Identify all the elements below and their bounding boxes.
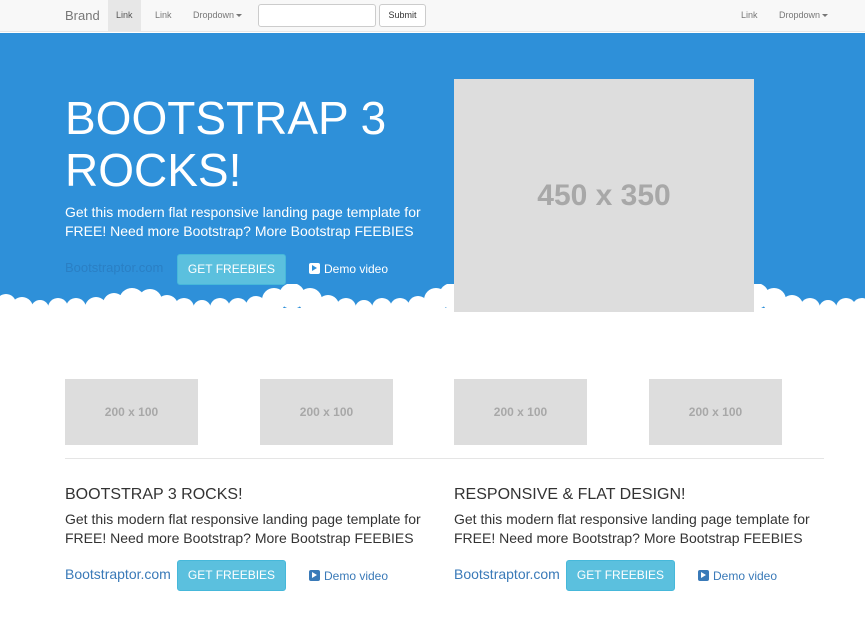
nav-link-2[interactable]: Link [147, 0, 180, 31]
thumbnail-2: 200 x 100 [260, 379, 393, 445]
thumbnail-label: 200 x 100 [493, 405, 548, 419]
nav-link-label: Link [116, 10, 133, 20]
hero-title: BOOTSTRAP 3 ROCKS! [65, 92, 445, 196]
thumbnail-4: 200 x 100 [649, 379, 782, 445]
column-1-get-freebies-button[interactable]: GET FREEBIES [177, 560, 286, 591]
column-2-text: Get this modern flat responsive landing … [454, 511, 810, 546]
column-2-title: RESPONSIVE & FLAT DESIGN! [454, 486, 686, 503]
nav-link-label: Link [155, 10, 172, 20]
thumbnail-label: 200 x 100 [299, 405, 354, 419]
demo-video-label: Demo video [324, 569, 389, 583]
nav-dropdown-label: Dropdown [779, 10, 821, 20]
nav-link-right[interactable]: Link [733, 0, 766, 31]
navbar: Brand Link Link Dropdown Submit Link Dro… [0, 0, 865, 32]
submit-button[interactable]: Submit [379, 4, 426, 27]
hero-image-label: 450 x 350 [537, 178, 671, 212]
navbar-brand[interactable]: Brand [65, 8, 100, 23]
hero-title-line-1: BOOTSTRAP 3 [65, 92, 387, 144]
play-icon [309, 263, 320, 274]
hero-image-placeholder: 450 x 350 [454, 79, 754, 312]
caret-down-icon [236, 14, 243, 18]
play-icon [698, 570, 709, 581]
column-2-demo-video-link[interactable]: Demo video [698, 569, 777, 583]
nav-dropdown-left[interactable]: Dropdown [185, 0, 250, 31]
hero-subtitle: Get this modern flat responsive landing … [65, 204, 421, 239]
column-2-get-freebies-button[interactable]: GET FREEBIES [566, 560, 675, 591]
thumbnail-3: 200 x 100 [454, 379, 587, 445]
thumbnail-1: 200 x 100 [65, 379, 198, 445]
nav-link-label: Link [741, 10, 758, 20]
thumbnail-label: 200 x 100 [688, 405, 743, 419]
section-divider [65, 458, 824, 459]
demo-video-label: Demo video [713, 569, 778, 583]
hero-get-freebies-button[interactable]: GET FREEBIES [177, 254, 286, 285]
search-input[interactable] [258, 4, 376, 27]
caret-down-icon [822, 14, 829, 18]
nav-dropdown-label: Dropdown [193, 10, 235, 20]
column-1-title: BOOTSTRAP 3 ROCKS! [65, 486, 243, 503]
column-1-text: Get this modern flat responsive landing … [65, 511, 421, 546]
nav-dropdown-right[interactable]: Dropdown [771, 0, 836, 31]
column-1-bootstraptor-link[interactable]: Bootstraptor.com [65, 566, 171, 582]
play-icon [309, 570, 320, 581]
nav-link-1[interactable]: Link [108, 0, 141, 31]
demo-video-label: Demo video [324, 262, 389, 276]
hero-bootstraptor-link[interactable]: Bootstraptor.com [65, 260, 163, 275]
thumbnail-label: 200 x 100 [104, 405, 159, 419]
column-2-bootstraptor-link[interactable]: Bootstraptor.com [454, 566, 560, 582]
hero-title-line-2: ROCKS! [65, 144, 242, 196]
hero-demo-video-link[interactable]: Demo video [309, 262, 388, 276]
column-1-demo-video-link[interactable]: Demo video [309, 569, 388, 583]
